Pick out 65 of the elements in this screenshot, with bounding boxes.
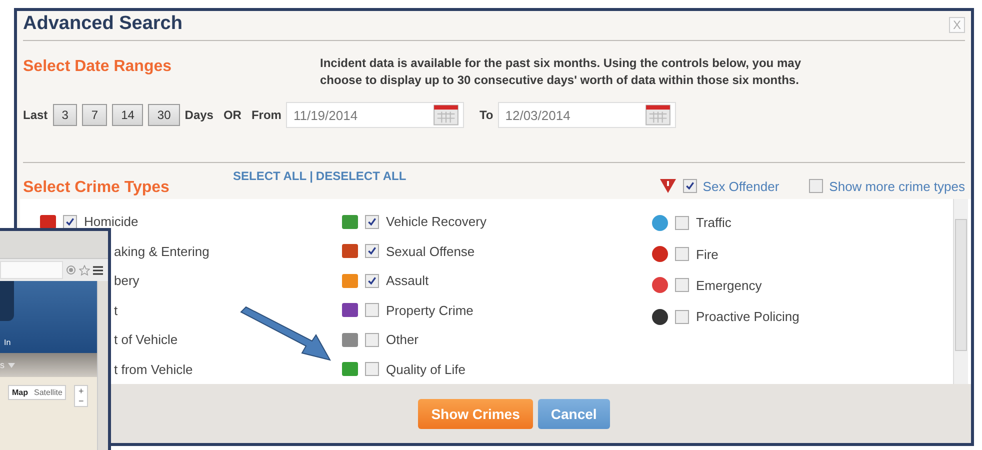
checkbox[interactable]: [682, 179, 697, 193]
crime-type-label: Emergency: [696, 278, 762, 293]
or-label: OR: [223, 108, 242, 122]
section-heading: Select Crime Types: [23, 178, 170, 197]
from-date-field[interactable]: 11/19/2014: [286, 102, 464, 128]
section-heading: Select Date Ranges: [23, 57, 173, 77]
crime-type-label: t: [114, 302, 118, 318]
checkbox[interactable]: [675, 278, 689, 292]
checkbox[interactable]: [365, 332, 379, 347]
map-type-button[interactable]: Map: [9, 386, 31, 399]
checkbox[interactable]: [365, 362, 379, 376]
sex-offender-label: Sex Offender: [702, 178, 780, 194]
map-type-button[interactable]: Satellite: [31, 386, 66, 399]
nav-text: s: [0, 360, 4, 370]
crime-type-label: Other: [386, 332, 419, 348]
dialog-title: Advanced Search: [23, 13, 182, 35]
scrollbar[interactable]: [953, 199, 968, 384]
target-icon[interactable]: [66, 265, 76, 275]
zoom-button[interactable]: −: [75, 396, 87, 406]
checkbox[interactable]: [675, 247, 689, 262]
crime-type-label: Proactive Policing: [696, 309, 800, 324]
days-button[interactable]: 30: [148, 104, 180, 126]
logo-shape: [0, 281, 14, 321]
crime-type-label: t from Vehicle: [114, 362, 193, 377]
checkbox[interactable]: [63, 214, 77, 229]
crime-type-label: Fire: [696, 246, 718, 262]
days-button[interactable]: 14: [112, 104, 144, 126]
select-all-link[interactable]: SELECT ALL: [233, 169, 307, 183]
caret-icon[interactable]: [8, 362, 14, 368]
checkbox[interactable]: [365, 303, 379, 318]
from-label: From: [251, 108, 282, 122]
separator: |: [310, 169, 313, 183]
days-button[interactable]: 7: [82, 104, 108, 126]
crime-type-label: t of Vehicle: [114, 332, 178, 348]
deselect-all-link[interactable]: DESELECT ALL: [316, 169, 406, 183]
crime-type-label: Vehicle Recovery: [386, 214, 486, 230]
to-label: To: [479, 108, 494, 122]
checkbox[interactable]: [365, 214, 379, 229]
zoom-button[interactable]: +: [75, 386, 87, 396]
checkbox[interactable]: [809, 179, 824, 193]
last-label: Last: [23, 108, 48, 122]
crime-type-label: Homicide: [84, 214, 138, 230]
info-text: Incident data is available for the past six months. Using the controls below, you may choose to display up to 30 consecutive days' worth of data within those six months.: [320, 55, 802, 89]
crime-type-label: Sexual Offense: [386, 244, 475, 259]
checkbox[interactable]: [675, 310, 689, 324]
crime-type-label: aking & Entering: [114, 244, 210, 259]
crime-type-label: Property Crime: [386, 302, 474, 318]
checkbox[interactable]: [675, 216, 689, 230]
crime-type-label: Quality of Life: [386, 362, 466, 377]
checkbox[interactable]: [365, 274, 379, 288]
address-field[interactable]: [0, 261, 63, 279]
crime-type-label: Traffic: [696, 215, 732, 230]
crime-type-label: Assault: [386, 273, 429, 288]
days-label: Days: [184, 108, 214, 122]
show-more-label: Show more crime types: [829, 178, 965, 194]
days-button[interactable]: 3: [52, 104, 78, 126]
crime-type-label: bery: [114, 273, 140, 288]
scrollbar[interactable]: [97, 281, 108, 450]
star-icon[interactable]: [79, 264, 90, 276]
calendar-icon[interactable]: [433, 104, 460, 126]
checkbox[interactable]: [365, 244, 379, 258]
header-text: In: [4, 338, 11, 347]
menu-icon[interactable]: [93, 266, 103, 274]
calendar-icon[interactable]: [645, 104, 672, 126]
to-date-field[interactable]: 12/03/2014: [498, 102, 676, 128]
